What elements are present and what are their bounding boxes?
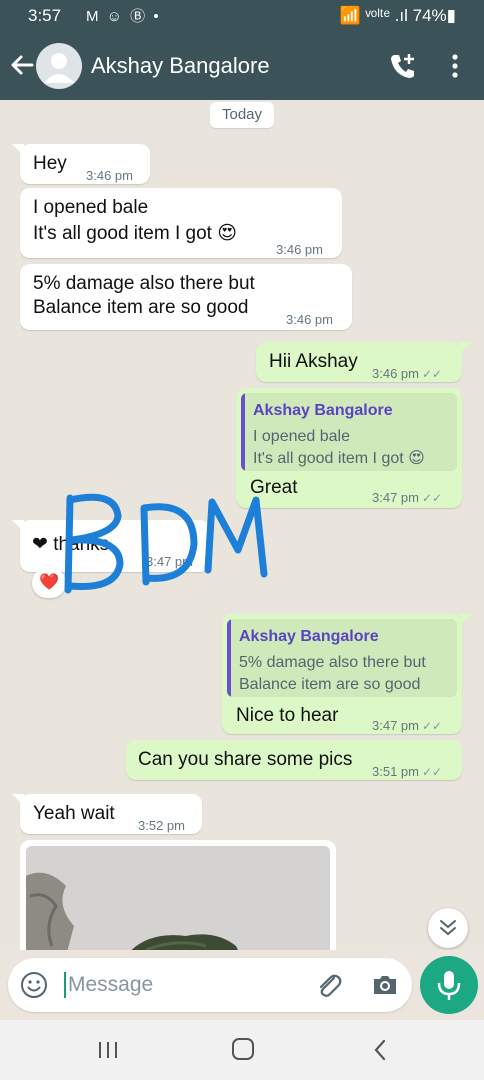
microphone-icon [437, 971, 461, 1000]
outgoing-message[interactable]: Can you share some pics 3:51 pm ✓✓ [126, 740, 462, 780]
message-time-text: 3:51 pm [372, 764, 419, 779]
message-time-text: 3:47 pm [372, 718, 419, 733]
avatar[interactable] [36, 43, 82, 89]
camera-icon[interactable] [370, 970, 400, 1000]
message-time: 3:52 pm [138, 818, 185, 833]
outgoing-reply-message[interactable]: Akshay Bangalore 5% damage also there bu… [222, 614, 462, 734]
handwritten-watermark [64, 493, 268, 594]
scroll-to-bottom-button[interactable] [428, 908, 468, 948]
incoming-message[interactable]: Hey 3:46 pm [20, 144, 150, 184]
chat-header: Akshay Bangalore [0, 34, 484, 100]
incoming-message[interactable]: I opened bale It's all good item I got 😍… [20, 188, 342, 258]
message-time: 3:46 pm [86, 168, 133, 183]
read-ticks-icon: ✓✓ [421, 367, 443, 381]
emoji-icon[interactable] [20, 971, 48, 999]
quoted-sender: Akshay Bangalore [253, 402, 393, 419]
message-time: 3:46 pm [286, 312, 333, 327]
system-nav-bar [0, 1020, 484, 1080]
home-icon[interactable] [232, 1038, 254, 1060]
read-ticks-icon: ✓✓ [421, 765, 443, 779]
outgoing-message[interactable]: Hii Akshay 3:46 pm ✓✓ [256, 342, 462, 382]
status-notification-icons: M ☺ Ⓑ • [86, 8, 161, 25]
message-text: I opened bale [33, 197, 149, 218]
message-time: 3:46 pm ✓✓ [372, 362, 442, 386]
recent-apps-icon[interactable] [96, 1040, 120, 1060]
photo-content [26, 846, 330, 950]
status-time: 3:57 [28, 6, 62, 25]
quoted-text: It's all good item I got 😍 [253, 450, 425, 467]
incoming-message[interactable]: 5% damage also there but Balance item ar… [20, 264, 352, 330]
nav-back-icon[interactable] [370, 1038, 390, 1062]
quote-bar [227, 619, 231, 697]
photo-thumbnail[interactable] [26, 846, 330, 950]
read-ticks-icon: ✓✓ [421, 491, 443, 505]
message-text: 5% damage also there but [33, 273, 255, 294]
message-time: 3:47 pm ✓✓ [372, 486, 442, 510]
message-text: Hii Akshay [269, 351, 358, 372]
message-text: Balance item are so good [33, 297, 249, 318]
message-text: Nice to hear [236, 705, 339, 726]
message-time: 3:51 pm ✓✓ [372, 760, 442, 784]
message-text: Hey [33, 153, 67, 174]
quoted-text: Balance item are so good [239, 676, 421, 693]
incoming-message[interactable]: Yeah wait 3:52 pm [20, 794, 202, 834]
read-ticks-icon: ✓✓ [421, 719, 443, 733]
image-message[interactable] [20, 840, 336, 950]
default-avatar-icon [44, 53, 74, 83]
back-arrow-icon[interactable] [8, 50, 36, 80]
quote-bar [241, 393, 245, 471]
quoted-sender: Akshay Bangalore [239, 628, 379, 645]
message-time: 3:46 pm [276, 242, 323, 257]
message-input[interactable] [64, 972, 304, 998]
message-text: It's all good item I got 😍 [33, 223, 238, 244]
quoted-message[interactable]: Akshay Bangalore I opened bale It's all … [241, 393, 457, 471]
message-text: Yeah wait [33, 803, 115, 824]
message-time-text: 3:47 pm [372, 490, 419, 505]
status-right-indicators: 📶 ᵛᵒˡᵗᵉ .ıl 74%▮ [339, 6, 456, 25]
add-call-icon[interactable] [388, 51, 418, 81]
message-time: 3:47 pm ✓✓ [372, 714, 442, 738]
paperclip-icon[interactable] [314, 970, 344, 1000]
message-time-text: 3:46 pm [372, 366, 419, 381]
quoted-text: 5% damage also there but [239, 654, 426, 671]
microphone-button[interactable] [420, 956, 478, 1014]
more-options-icon[interactable] [444, 51, 466, 81]
double-chevron-down-icon [440, 920, 456, 936]
chat-area[interactable]: Today Hey 3:46 pm I opened bale It's all… [0, 100, 484, 950]
quoted-message[interactable]: Akshay Bangalore 5% damage also there bu… [227, 619, 457, 697]
quoted-text: I opened bale [253, 428, 350, 445]
date-chip: Today [210, 102, 274, 128]
status-bar: 3:57 M ☺ Ⓑ • 📶 ᵛᵒˡᵗᵉ .ıl 74%▮ [0, 0, 484, 34]
message-text: Can you share some pics [138, 749, 353, 770]
contact-name[interactable]: Akshay Bangalore [91, 53, 270, 79]
message-composer [8, 958, 412, 1012]
